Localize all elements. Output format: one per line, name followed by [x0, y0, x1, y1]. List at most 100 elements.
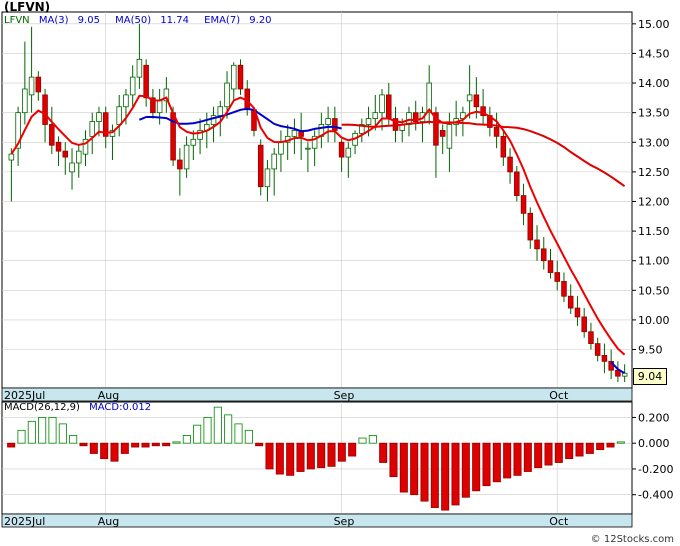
price-date-axis: [1, 387, 633, 402]
candle-body-down: [493, 127, 500, 137]
macd-legend-value: MACD:0.012: [89, 402, 152, 413]
candle-body-up: [96, 112, 102, 122]
candle-body-down: [386, 94, 392, 119]
candle-body-down: [257, 144, 264, 188]
candle-body-down: [520, 195, 527, 214]
candle-body-up: [224, 82, 230, 108]
macd-date-label: 2025Jul: [4, 515, 45, 528]
candle-body-up: [183, 144, 190, 170]
macd-bar-negative: [482, 442, 491, 487]
macd-date-label: Sep: [334, 515, 355, 528]
chart-title: (LFVN): [4, 0, 51, 14]
macd-tick-label: -0.200: [638, 463, 673, 476]
macd-bar-negative: [275, 442, 284, 475]
legend-ma50: MA(50) 11.74: [115, 15, 195, 26]
candle-body-up: [156, 100, 163, 114]
macd-bar-negative: [606, 442, 615, 448]
macd-bar-positive: [616, 441, 625, 444]
macd-bar-negative: [503, 442, 512, 479]
candle-body-down: [601, 355, 608, 362]
macd-bar-negative: [430, 442, 439, 508]
candle-body-up: [190, 138, 197, 146]
macd-bar-negative: [379, 442, 388, 463]
macd-bar-negative: [441, 442, 450, 511]
price-tick-label: 13.50: [638, 107, 670, 120]
macd-legend: MACD(26,12,9) MACD:0.012: [4, 402, 157, 413]
price-tick-label: 13.00: [638, 136, 670, 149]
candle-body-down: [527, 212, 534, 241]
macd-bar-negative: [286, 442, 295, 476]
price-tick-label: 14.00: [638, 77, 670, 90]
macd-tick-label: 0.200: [638, 411, 670, 424]
macd-bar-positive: [244, 429, 253, 444]
candle-body-down: [473, 94, 480, 108]
candle-body-up: [76, 150, 82, 164]
macd-bar-negative: [389, 442, 398, 478]
candle-body-down: [534, 239, 540, 250]
macd-bar-negative: [317, 442, 326, 469]
legend-ma50-label: MA(50): [115, 15, 152, 26]
macd-date-axis: [1, 513, 633, 528]
candle-body-down: [332, 118, 338, 131]
price-date-label: Oct: [549, 389, 569, 402]
price-tick-label: 15.00: [638, 18, 670, 31]
price-tick-label: 14.50: [638, 47, 670, 60]
indicator-legend: LFVN MA(3) 9.05 MA(50) 11.74 EMA(7) 9.20: [4, 15, 284, 26]
macd-bar-negative: [534, 442, 543, 469]
macd-tick-label: -0.400: [638, 489, 673, 502]
candle-body-down: [500, 135, 507, 158]
price-tick-label: 10.50: [638, 284, 670, 297]
candle-body-up: [22, 88, 28, 114]
macd-bar-negative: [120, 442, 129, 454]
macd-bar-negative: [399, 442, 408, 493]
macd-bar-positive: [27, 420, 36, 444]
candle-body-up: [271, 153, 277, 170]
macd-bar-positive: [48, 417, 57, 444]
price-tick-label: 9.50: [638, 344, 663, 357]
candle-body-down: [567, 295, 574, 309]
macd-bar-positive: [17, 429, 26, 444]
candle-body-up: [116, 106, 122, 125]
legend-ema7-value: 9.20: [249, 15, 272, 26]
candle-body-down: [49, 124, 55, 146]
legend-ma3-label: MA(3): [38, 15, 69, 26]
last-price-badge: 9.04: [633, 368, 667, 385]
candle-body-down: [55, 141, 62, 152]
macd-panel: 2025Jul Aug Sep Oct 0.200 0.000 -0.200 -0.400: [1, 401, 673, 528]
macd-bar-negative: [265, 442, 274, 470]
candle-body-down: [338, 141, 345, 158]
candle-body-down: [588, 331, 594, 344]
candle-body-up: [446, 124, 453, 149]
candle-body-down: [439, 130, 446, 137]
macd-bar-negative: [420, 442, 429, 502]
candle-body-up: [621, 372, 628, 377]
legend-ma3: MA(3) 9.05: [39, 15, 106, 26]
candle-body-down: [561, 281, 567, 297]
macd-bar-negative: [410, 442, 419, 496]
candle-body-up: [136, 58, 143, 78]
candle-body-down: [143, 64, 149, 99]
macd-bar-negative: [7, 442, 16, 448]
candle-body-down: [62, 150, 69, 158]
stock-chart: 15.00 14.50 14.00 13.50 13.00 12.50 12.00 11.50…: [1, 11, 673, 528]
macd-bar-negative: [472, 442, 481, 492]
candle-body-down: [574, 307, 581, 318]
candle-body-up: [379, 94, 385, 114]
legend-ticker: LFVN: [4, 15, 30, 26]
candle-body-up: [466, 94, 473, 102]
candle-body-up: [217, 106, 224, 117]
legend-ma3-value: 9.05: [77, 15, 100, 26]
macd-bar-negative: [554, 442, 563, 463]
price-tick-label: 12.00: [638, 195, 670, 208]
candle-body-down: [541, 248, 547, 262]
macd-bar-positive: [193, 424, 202, 444]
macd-date-label: Aug: [98, 515, 119, 528]
price-date-label: 2025Jul: [4, 389, 45, 402]
candle-body-up: [365, 118, 372, 125]
price-date-label: Aug: [98, 389, 119, 402]
macd-legend-label: MACD(26,12,9): [4, 402, 80, 413]
macd-bar-negative: [162, 442, 171, 447]
candle-body-up: [372, 112, 379, 119]
macd-bar-negative: [89, 442, 98, 454]
macd-bar-positive: [58, 423, 67, 444]
